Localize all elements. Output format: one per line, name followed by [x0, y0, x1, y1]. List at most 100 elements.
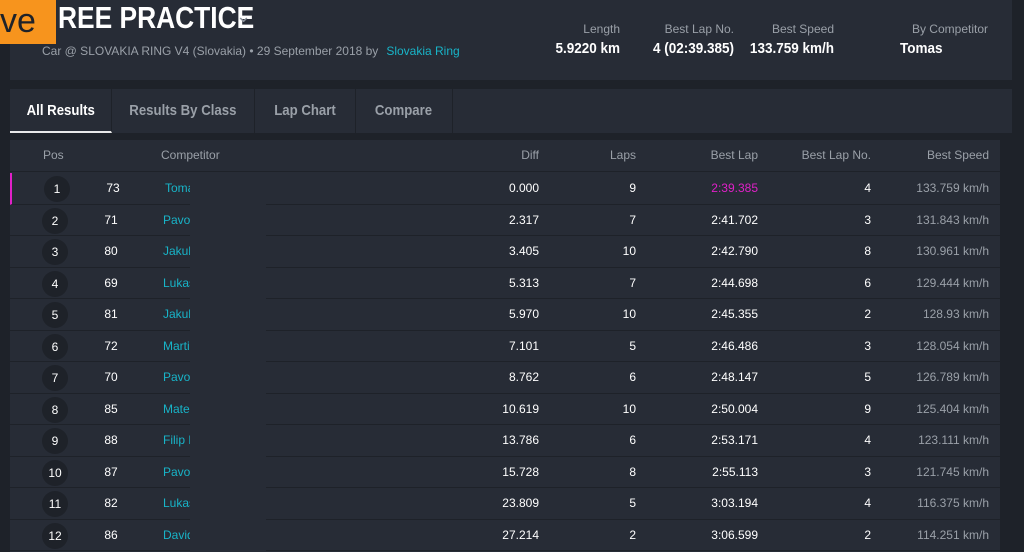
stat-best-lap: Best Lap No. 4 (02:39.385) [652, 22, 734, 57]
best-lap: 2:53.171 [711, 433, 758, 447]
car-number: 81 [104, 307, 118, 321]
table-row[interactable]: 9 88 Filip FI 13.786 6 2:53.171 4 123.111 km/h [10, 425, 1000, 457]
diff: 10.619 [502, 401, 539, 416]
laps: 7 [629, 275, 636, 290]
tab-compare[interactable]: Compare [356, 89, 453, 133]
laps: 8 [629, 464, 636, 479]
best-speed: 128.93 km/h [922, 307, 989, 321]
chevron-down-icon[interactable]: ⌄ [236, 6, 251, 27]
table-row[interactable]: 2 71 Pavol I 2.317 7 2:41.702 3 131.843 km/h [10, 205, 1000, 236]
laps: 5 [629, 338, 636, 353]
best-lap-no: 4 [864, 496, 871, 510]
best-lap-no: 2 [864, 307, 871, 321]
laps: 2 [629, 527, 636, 542]
pos: 12 [42, 522, 68, 549]
stat-competitor: By Competitor Tomas [900, 22, 988, 57]
car-number: 80 [104, 244, 118, 258]
table-row[interactable]: 7 70 Pavol I 8.762 6 2:48.147 5 126.789 km/h [10, 362, 1000, 394]
event-subtitle: Car @ SLOVAKIA RING V4 (Slovakia) • 29 S… [42, 44, 460, 58]
laps: 6 [629, 433, 636, 447]
best-speed: 128.054 km/h [916, 338, 989, 353]
page-title: REE PRACTICE [58, 0, 255, 35]
best-lap-no: 4 [864, 433, 871, 447]
table-row[interactable]: 4 69 Lukas 5.313 7 2:44.698 6 129.444 km/h [10, 268, 1000, 299]
best-speed: 133.759 km/h [916, 181, 989, 195]
best-lap: 3:03.194 [711, 496, 758, 510]
pos: 4 [42, 270, 68, 297]
diff: 5.970 [508, 307, 539, 321]
best-speed: 116.375 km/h [917, 496, 989, 510]
table-row[interactable]: 3 80 Jakub 3.405 10 2:42.790 8 130.961 km/h [10, 236, 1000, 268]
car-number: 88 [104, 433, 118, 447]
pos: 11 [42, 491, 68, 517]
results-table: Pos Competitor Diff Laps Best Lap Best L… [10, 140, 1000, 552]
diff: 27.214 [502, 527, 539, 542]
car-number: 69 [104, 275, 118, 290]
diff: 3.405 [508, 244, 539, 258]
best-lap: 2:46.486 [711, 338, 758, 353]
best-lap: 2:45.355 [711, 307, 758, 321]
best-lap: 2:48.147 [711, 370, 758, 384]
best-lap-no: 5 [864, 370, 871, 384]
tab-lap-chart[interactable]: Lap Chart [255, 89, 356, 133]
logo[interactable]: ve [0, 0, 56, 44]
pos: 6 [42, 333, 68, 360]
pos: 3 [42, 239, 68, 265]
best-lap: 3:06.599 [711, 527, 758, 542]
diff: 5.313 [508, 275, 539, 290]
car-number: 82 [104, 496, 118, 510]
best-speed: 114.251 km/h [917, 527, 989, 542]
best-lap-no: 3 [864, 212, 871, 227]
diff: 13.786 [502, 433, 539, 447]
table-header: Pos Competitor Diff Laps Best Lap Best L… [10, 140, 1000, 172]
pos: 1 [44, 176, 70, 202]
car-number: 87 [104, 464, 118, 479]
best-speed: 129.444 km/h [916, 275, 989, 290]
car-number: 73 [106, 181, 120, 195]
best-lap: 2:55.113 [712, 464, 758, 479]
table-row[interactable]: 8 85 Mate D 10.619 10 2:50.004 9 125.404 km/h [10, 394, 1000, 425]
best-lap-no: 8 [864, 244, 871, 258]
diff: 7.101 [508, 338, 539, 353]
organizer-link[interactable]: Slovakia Ring [386, 44, 459, 58]
best-lap-no: 2 [864, 527, 871, 542]
pos: 2 [42, 207, 68, 234]
tab-all-results[interactable]: All Results [10, 89, 112, 133]
pos: 9 [42, 428, 68, 454]
best-lap-no: 9 [864, 401, 871, 416]
table-row[interactable]: 10 87 Pavol V 15.728 8 2:55.113 3 121.745 km/h [10, 457, 1000, 488]
table-row[interactable]: 1 73 Tomas 0.000 9 2:39.385 4 133.759 km/h [10, 173, 1000, 205]
best-lap-no: 3 [864, 338, 871, 353]
stat-best-speed: Best Speed 133.759 km/h [749, 22, 834, 57]
pos: 7 [42, 365, 68, 391]
table-row[interactable]: 12 86 David I 27.214 2 3:06.599 2 114.251 km/h [10, 520, 1000, 551]
table-row[interactable]: 5 81 Jakub 5.970 10 2:45.355 2 128.93 km/h [10, 299, 1000, 331]
laps: 10 [622, 307, 636, 321]
car-number: 85 [104, 401, 118, 416]
tab-results-by-class[interactable]: Results By Class [112, 89, 255, 133]
best-lap: 2:41.702 [711, 212, 758, 227]
pos: 10 [42, 459, 68, 486]
laps: 7 [629, 212, 636, 227]
laps: 5 [629, 496, 636, 510]
laps: 10 [622, 401, 636, 416]
car-number: 72 [104, 338, 118, 353]
best-speed: 126.789 km/h [916, 370, 989, 384]
car-number: 86 [104, 527, 118, 542]
table-row[interactable]: 6 72 Martin 7.101 5 2:46.486 3 128.054 km/h [10, 331, 1000, 362]
diff: 15.728 [502, 464, 539, 479]
tab-bar: All Results Results By Class Lap Chart C… [10, 89, 1012, 133]
table-row[interactable]: 11 82 Lukas 23.809 5 3:03.194 4 116.375 km/h [10, 488, 1000, 520]
diff: 2.317 [508, 212, 539, 227]
best-lap: 2:39.385 [711, 181, 758, 195]
pos: 5 [42, 302, 68, 328]
diff: 0.000 [508, 181, 539, 195]
laps: 6 [629, 370, 636, 384]
best-lap-no: 3 [864, 464, 871, 479]
best-speed: 121.745 km/h [916, 464, 989, 479]
best-lap: 2:50.004 [711, 401, 758, 416]
car-number: 70 [104, 370, 118, 384]
best-speed: 130.961 km/h [916, 244, 989, 258]
car-number: 71 [104, 212, 118, 227]
best-lap: 2:44.698 [711, 275, 758, 290]
